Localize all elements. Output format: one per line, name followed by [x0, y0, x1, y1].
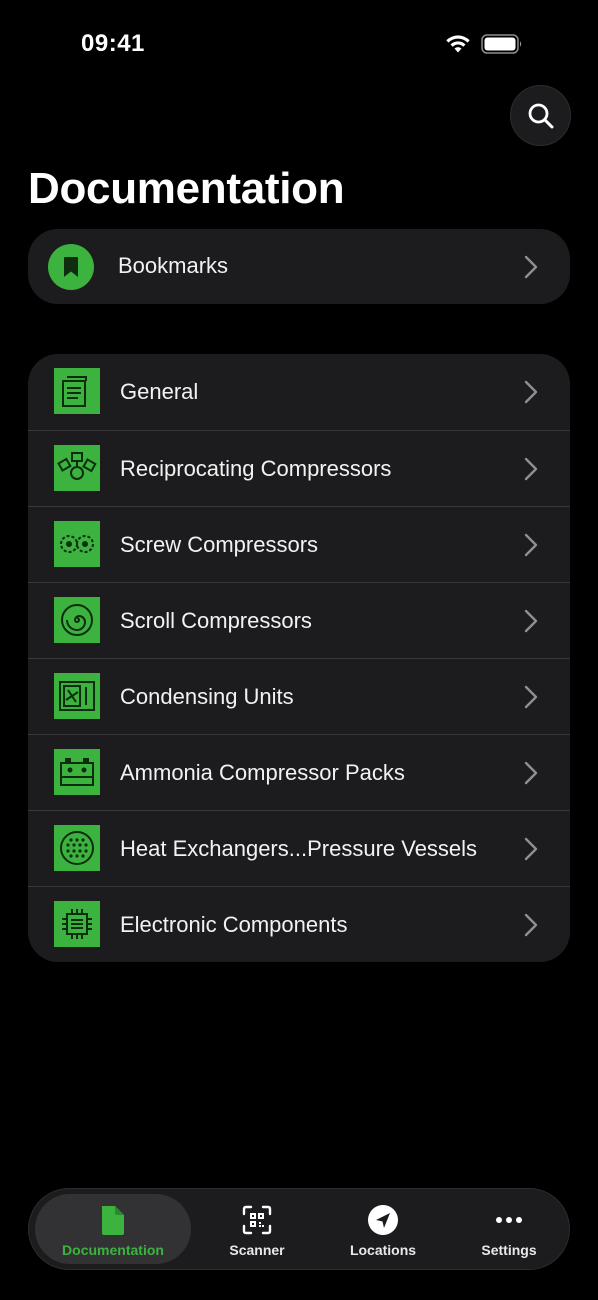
category-list: General Reciprocating Compressors Screw …	[28, 354, 570, 962]
search-button[interactable]	[510, 85, 571, 146]
category-label: Reciprocating Compressors	[120, 456, 392, 481]
reciprocating-compressor-icon	[54, 445, 100, 491]
category-label: Scroll Compressors	[120, 608, 312, 633]
category-label: Ammonia Compressor Packs	[120, 760, 405, 785]
wifi-icon	[446, 35, 470, 53]
chevron-right-icon	[524, 609, 538, 633]
document-icon	[102, 1206, 124, 1235]
document-pages-icon	[54, 368, 100, 414]
tab-label: Scanner	[229, 1242, 285, 1258]
tab-locations[interactable]: Locations	[321, 1189, 445, 1269]
status-time: 09:41	[81, 30, 145, 57]
bookmark-icon	[48, 244, 94, 290]
condensing-unit-icon	[54, 673, 100, 719]
tab-label: Documentation	[62, 1242, 164, 1258]
chip-icon	[54, 901, 100, 947]
chevron-right-icon	[524, 761, 538, 785]
category-row-heat-exchangers[interactable]: Heat Exchangers...Pressure Vessels	[28, 810, 570, 886]
screw-compressor-icon	[54, 521, 100, 567]
category-label: General	[120, 379, 199, 404]
category-label: Heat Exchangers...Pressure Vessels	[120, 836, 478, 861]
category-label: Electronic Components	[120, 912, 348, 937]
scroll-compressor-icon	[54, 597, 100, 643]
category-label: Condensing Units	[120, 684, 294, 709]
chevron-right-icon	[524, 685, 538, 709]
tab-bar: Documentation Scanner Locations Settings	[28, 1188, 570, 1270]
tab-scanner[interactable]: Scanner	[195, 1189, 319, 1269]
category-row-electronic-components[interactable]: Electronic Components	[28, 886, 570, 962]
compressor-pack-icon	[54, 749, 100, 795]
category-row-reciprocating-compressors[interactable]: Reciprocating Compressors	[28, 430, 570, 506]
more-dots-icon	[496, 1217, 522, 1223]
bookmarks-label: Bookmarks	[118, 253, 229, 278]
category-row-scroll-compressors[interactable]: Scroll Compressors	[28, 582, 570, 658]
tab-settings[interactable]: Settings	[447, 1189, 571, 1269]
category-row-general[interactable]: General	[28, 354, 570, 430]
chevron-right-icon	[524, 457, 538, 481]
chevron-right-icon	[524, 913, 538, 937]
page-title: Documentation	[28, 164, 345, 213]
category-row-screw-compressors[interactable]: Screw Compressors	[28, 506, 570, 582]
category-row-condensing-units[interactable]: Condensing Units	[28, 658, 570, 734]
chevron-right-icon	[524, 533, 538, 557]
battery-icon	[481, 34, 522, 54]
chevron-right-icon	[524, 837, 538, 861]
tab-label: Locations	[349, 1242, 417, 1258]
tab-documentation[interactable]: Documentation	[35, 1189, 191, 1269]
bookmarks-row[interactable]: Bookmarks	[28, 229, 570, 304]
qr-scan-icon	[242, 1205, 272, 1235]
tab-label: Settings	[481, 1242, 537, 1258]
search-icon	[528, 103, 553, 128]
category-row-ammonia-compressor-packs[interactable]: Ammonia Compressor Packs	[28, 734, 570, 810]
location-arrow-icon	[368, 1205, 398, 1235]
heat-exchanger-icon	[54, 825, 100, 871]
chevron-right-icon	[524, 255, 538, 279]
category-label: Screw Compressors	[120, 532, 319, 557]
status-bar: 09:41	[0, 0, 598, 90]
chevron-right-icon	[524, 380, 538, 404]
